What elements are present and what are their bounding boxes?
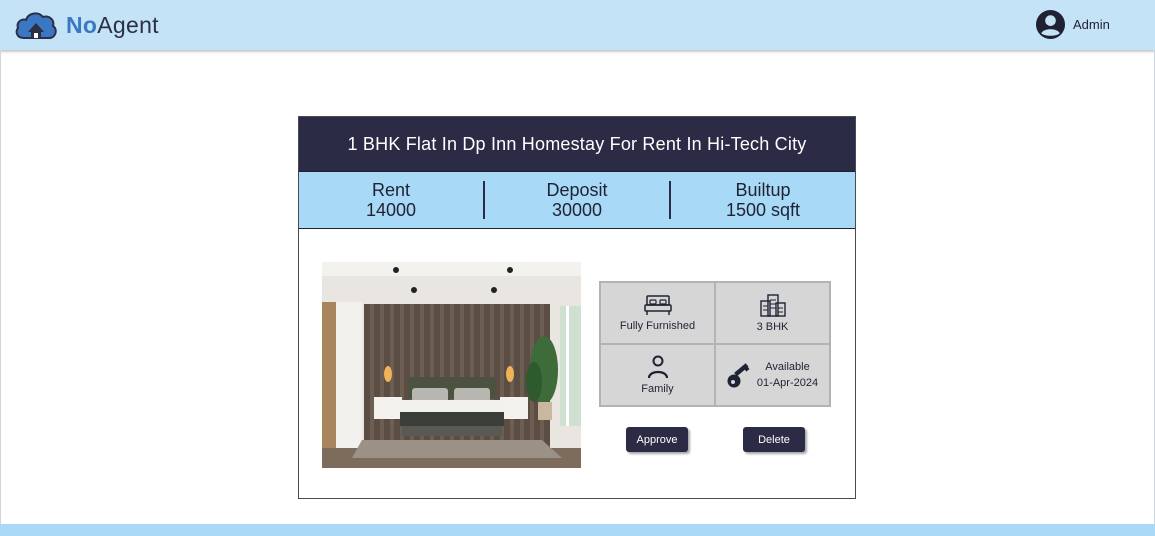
stat-builtup-value: 1500 sqft bbox=[725, 200, 801, 220]
feature-furnishing-label: Fully Furnished bbox=[619, 320, 696, 332]
availability-label: Available bbox=[765, 361, 810, 373]
feature-furnishing: Fully Furnished bbox=[600, 282, 715, 344]
key-icon bbox=[727, 363, 750, 388]
feature-tenant-label: Family bbox=[641, 383, 674, 395]
building-icon bbox=[759, 294, 786, 317]
brand-name-rest: Agent bbox=[97, 11, 159, 38]
user-menu[interactable]: Admin bbox=[1035, 9, 1110, 40]
stat-builtup: Builtup 1500 sqft bbox=[671, 180, 855, 220]
property-photo bbox=[322, 262, 581, 468]
brand-logo[interactable]: NoAgent bbox=[14, 8, 159, 42]
feature-bhk-label: 3 BHK bbox=[756, 321, 789, 333]
stat-deposit-value: 30000 bbox=[551, 200, 603, 220]
stat-deposit: Deposit 30000 bbox=[485, 180, 669, 220]
delete-button[interactable]: Delete bbox=[743, 427, 805, 452]
availability-text: Available 01-Apr-2024 bbox=[757, 359, 818, 391]
feature-grid: Fully Furnished 3 BHK Family Available 0… bbox=[599, 281, 831, 407]
user-circle-icon bbox=[1035, 9, 1066, 40]
stat-rent-value: 14000 bbox=[365, 200, 417, 220]
stat-rent-label: Rent bbox=[371, 180, 411, 200]
brand-name-bold: No bbox=[66, 11, 98, 38]
listing-card: 1 BHK Flat In Dp Inn Homestay For Rent I… bbox=[298, 116, 856, 499]
availability-date: 01-Apr-2024 bbox=[756, 377, 819, 389]
feature-bhk: 3 BHK bbox=[715, 282, 830, 344]
stat-builtup-label: Builtup bbox=[735, 180, 791, 200]
listing-stats: Rent 14000 Deposit 30000 Builtup 1500 sq… bbox=[299, 171, 855, 229]
user-name: Admin bbox=[1073, 17, 1110, 32]
stat-rent: Rent 14000 bbox=[299, 180, 483, 220]
bed-icon bbox=[643, 295, 672, 315]
stat-deposit-label: Deposit bbox=[546, 180, 608, 200]
approve-button[interactable]: Approve bbox=[626, 427, 688, 452]
footer-bar bbox=[0, 524, 1155, 536]
feature-availability: Available 01-Apr-2024 bbox=[715, 344, 830, 406]
feature-tenant: Family bbox=[600, 344, 715, 406]
cloud-house-icon bbox=[15, 12, 57, 39]
listing-title: 1 BHK Flat In Dp Inn Homestay For Rent I… bbox=[299, 117, 855, 171]
bedroom-image bbox=[322, 262, 581, 468]
person-icon bbox=[647, 355, 668, 379]
top-header: NoAgent Admin bbox=[0, 0, 1155, 50]
brand-name: NoAgent bbox=[66, 11, 159, 38]
